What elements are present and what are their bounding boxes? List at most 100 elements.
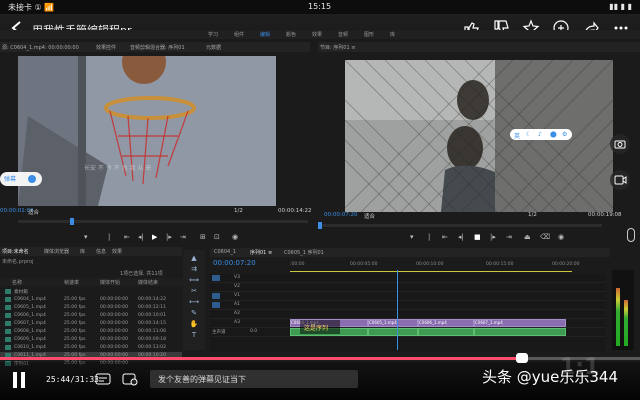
video-clip[interactable]: C0606_1.mp4 <box>418 319 474 327</box>
track-target-icon[interactable] <box>212 275 220 281</box>
program-scrub-bar[interactable] <box>318 222 602 229</box>
ripple-tool-icon[interactable]: ⟺ <box>189 276 199 285</box>
go-to-in-icon[interactable]: ⇤ <box>124 233 130 241</box>
tab-assembly[interactable]: 组件 <box>234 31 244 38</box>
tab-audio[interactable]: 音频 <box>338 31 348 38</box>
program-playhead-icon[interactable] <box>318 222 322 229</box>
tab-learn[interactable]: 学习 <box>208 31 218 38</box>
tab-effects[interactable]: 效果 <box>312 31 322 38</box>
prog-go-out-icon[interactable]: ⇥ <box>506 233 512 241</box>
lift-icon[interactable]: ⏏ <box>524 233 531 241</box>
moon-icon[interactable]: ☾ <box>526 131 531 138</box>
danmaku-icon[interactable] <box>95 372 111 386</box>
pause-icon[interactable] <box>12 372 26 388</box>
tab-source[interactable]: 源: C0604_1.mp4: 00:00:00:00 <box>2 44 79 51</box>
mic-icon[interactable]: ♪ <box>538 131 542 138</box>
prog-stop-icon[interactable]: ■ <box>474 233 481 241</box>
floating-toolbar[interactable]: 英 ☾ ♪ ⬤ ⚙ <box>510 129 572 140</box>
program-monitor[interactable] <box>345 60 613 212</box>
source-playhead-icon[interactable] <box>70 218 74 225</box>
track-target-icon[interactable] <box>212 302 220 308</box>
danmaku-input[interactable]: 发个友善的弹幕见证当下 <box>150 370 358 388</box>
source-fit-select[interactable]: 适合 <box>28 208 39 216</box>
prog-export-frame-icon[interactable]: ◉ <box>558 233 564 241</box>
tab-media-browser[interactable]: 媒体浏览器 <box>44 248 69 255</box>
col-start[interactable]: 媒体开始 <box>100 279 120 286</box>
tab-seq-c0605[interactable]: C0605_1 序列01 <box>284 249 324 256</box>
col-fps[interactable]: 帧速率 <box>64 279 79 286</box>
lock-screen-icon[interactable] <box>627 228 635 242</box>
export-frame-icon[interactable]: ◉ <box>232 233 238 241</box>
step-forward-icon[interactable]: |▸ <box>166 233 172 241</box>
settings-icon[interactable]: ⚙ <box>562 131 567 138</box>
project-row[interactable]: C0608_1.mp4 25.00 fps 00:00:00:00 00:00:11:… <box>0 328 182 336</box>
project-row[interactable]: C0605_1.mp4 25.00 fps 00:00:00:00 00:00:12:… <box>0 304 182 312</box>
tab-audio-mixer[interactable]: 音频剪辑混合器: 序列01 <box>130 44 185 51</box>
source-monitor[interactable] <box>18 56 276 206</box>
danmaku-settings-icon[interactable] <box>122 372 138 386</box>
track-select-tool-icon[interactable]: ⇉ <box>189 265 199 274</box>
tab-effect-controls[interactable]: 效果控件 <box>96 44 116 51</box>
slip-tool-icon[interactable]: ⟷ <box>189 298 199 307</box>
project-row[interactable]: 素材箱 <box>0 288 182 296</box>
program-fit-select[interactable]: 适合 <box>364 212 375 220</box>
mark-out-icon[interactable]: | <box>108 233 110 241</box>
insert-icon[interactable]: ⊞ <box>200 233 206 241</box>
tab-seq-01[interactable]: 序列01 ≡ <box>250 249 272 256</box>
tab-library[interactable]: 库 <box>80 248 85 255</box>
tab-info[interactable]: 信息 <box>96 248 106 255</box>
tab-color[interactable]: 颜色 <box>286 31 296 38</box>
project-row[interactable]: C0610_1.mp4 25.00 fps 00:00:00:00 00:00:13:… <box>0 344 182 352</box>
program-scale-select[interactable]: 1/2 <box>528 212 537 218</box>
text-tool-icon[interactable]: T <box>189 331 199 340</box>
overwrite-icon[interactable]: ⊡ <box>214 233 220 241</box>
tab-editing[interactable]: 编辑 <box>260 31 270 38</box>
step-back-icon[interactable]: ◂| <box>138 233 144 241</box>
project-row[interactable]: C0606_1.mp4 25.00 fps 00:00:00:00 00:00:10:… <box>0 312 182 320</box>
translate-icon[interactable]: 英 <box>514 131 520 140</box>
play-icon[interactable]: ▶ <box>152 233 157 241</box>
timeline-tracks[interactable]: V3 V2 V1 A1 A2 A3 主声道0.0 C0604_1.mp4 C06… <box>210 274 605 352</box>
video-clip[interactable]: C0607_1.mp4 <box>474 319 566 327</box>
danmaku-toggle[interactable]: 弹幕 <box>0 172 42 186</box>
master-volume[interactable]: 0.0 <box>250 329 257 334</box>
prog-step-forward-icon[interactable]: |▸ <box>490 233 496 241</box>
tab-metadata[interactable]: 元数据 <box>206 44 221 51</box>
source-scrub-bar[interactable] <box>18 218 308 225</box>
selection-tool-icon[interactable]: ▲ <box>189 254 199 263</box>
project-row[interactable]: C0607_1.mp4 25.00 fps 00:00:00:00 00:00:14:… <box>0 320 182 328</box>
video-clip[interactable]: C0605_1.mp4 <box>368 319 418 327</box>
tab-seq-c0604[interactable]: C0604_1 <box>214 249 236 255</box>
prog-mark-out-icon[interactable]: | <box>428 233 430 241</box>
extract-icon[interactable]: ⌫ <box>540 233 550 241</box>
col-name[interactable]: 名称 <box>12 279 22 286</box>
razor-tool-icon[interactable]: ✂ <box>189 287 199 296</box>
audio-clip[interactable] <box>418 328 474 336</box>
timeline-timecode[interactable]: 00:00:07:20 <box>213 259 256 267</box>
tab-graphics[interactable]: 图形 <box>364 31 374 38</box>
tab-program[interactable]: 节目: 序列01 ≡ <box>320 44 355 51</box>
pen-tool-icon[interactable]: ✎ <box>189 309 199 318</box>
timeline-playhead[interactable] <box>397 270 398 350</box>
source-scale-select[interactable]: 1/2 <box>234 208 243 214</box>
project-row[interactable]: C0604_1.mp4 25.00 fps 00:00:00:00 00:00:14:… <box>0 296 182 304</box>
audio-clip[interactable] <box>368 328 418 336</box>
prog-step-back-icon[interactable]: ◂| <box>458 233 464 241</box>
progress-knob-icon[interactable] <box>516 353 529 363</box>
col-end[interactable]: 媒体结束 <box>138 279 158 286</box>
tab-libraries[interactable]: 库 <box>390 31 395 38</box>
prog-mark-in-icon[interactable]: ▾ <box>410 233 414 241</box>
project-row[interactable]: C0609_1.mp4 25.00 fps 00:00:00:00 00:00:09:… <box>0 336 182 344</box>
screenshot-button[interactable] <box>610 134 630 154</box>
track-target-icon[interactable] <box>212 293 220 299</box>
prog-go-in-icon[interactable]: ⇤ <box>442 233 448 241</box>
tab-project[interactable]: 项目:未命名 <box>2 248 29 255</box>
program-timecode[interactable]: 00:00:07:20 <box>324 212 358 218</box>
mark-in-icon[interactable]: ▾ <box>84 233 88 241</box>
pin-icon[interactable]: ⬤ <box>550 131 557 138</box>
hand-tool-icon[interactable]: ✋ <box>189 320 199 329</box>
go-to-out-icon[interactable]: ⇥ <box>180 233 186 241</box>
work-area-bar[interactable] <box>290 271 572 272</box>
tab-effects-panel[interactable]: 效果 <box>112 248 122 255</box>
audio-clip[interactable] <box>474 328 566 336</box>
